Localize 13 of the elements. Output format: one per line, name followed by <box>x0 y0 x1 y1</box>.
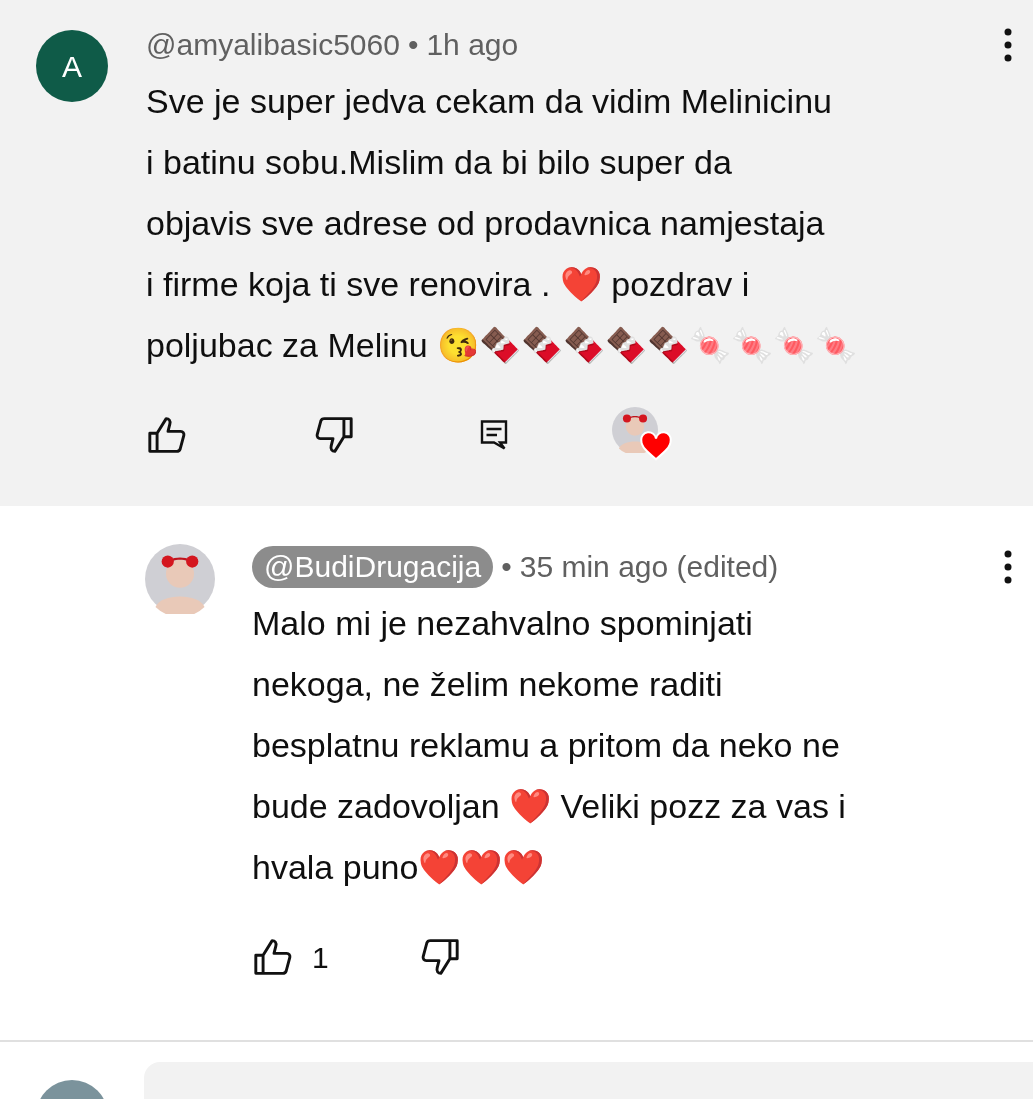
comment-text: Sve je super jedva cekam da vidim Melinicinu i batinu sobu.Mislim da bi bilo super da objavis sve adrese od prodavnica namjestaja i firme koja ti sve renovira . ❤ pozdrav i poljubac za Melinu 😘🍫🍫🍫🍫🍫🍬🍬🍬🍬 <box>146 81 859 366</box>
comment-text: Malo mi je nezahvalno spominjati nekoga, ne želim nekome raditi besplatnu reklamu a pritom da neko ne bude zadovoljan ❤ Veliki pozz za vas i hvala puno❤❤❤ <box>252 603 847 888</box>
more-options-icon[interactable] <box>1003 548 1013 585</box>
more-options-icon[interactable] <box>1003 26 1013 63</box>
author-name[interactable]: @BudiDrugacija <box>252 545 494 588</box>
timestamp: 35 min ago (edited) <box>519 549 779 585</box>
like-count: 1 <box>312 939 329 976</box>
separator: • <box>407 27 419 63</box>
avatar: A <box>36 30 108 102</box>
author-name[interactable]: @amyalibasic5060 <box>146 22 400 67</box>
timestamp: 1h ago <box>426 27 519 63</box>
separator: • <box>501 549 512 585</box>
avatar <box>145 544 215 614</box>
